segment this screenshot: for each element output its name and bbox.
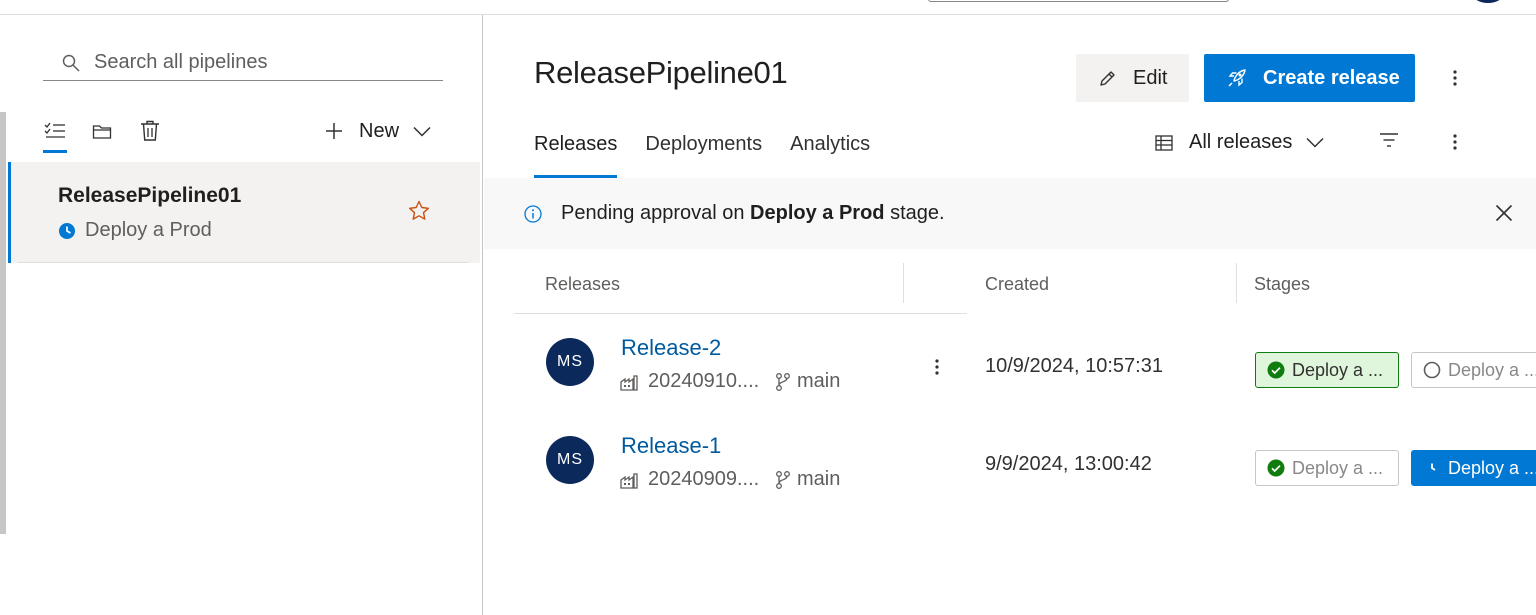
check-circle-icon xyxy=(1267,459,1285,477)
release-filter-label: All releases xyxy=(1189,131,1293,153)
branch-name: main xyxy=(797,468,841,490)
more-vertical-icon xyxy=(935,359,939,375)
avatar: MS xyxy=(546,436,594,484)
scrollbar[interactable] xyxy=(0,112,6,534)
new-button-label: New xyxy=(359,119,400,142)
column-separator[interactable] xyxy=(903,263,904,303)
list-view-button[interactable] xyxy=(43,119,67,143)
user-avatar[interactable] xyxy=(1473,0,1503,3)
divider xyxy=(18,262,468,263)
filter-icon xyxy=(1380,133,1398,147)
create-release-button[interactable]: Create release xyxy=(1204,54,1415,102)
create-release-label: Create release xyxy=(1263,66,1400,89)
main-content: ReleasePipeline01 Edit Create release Re… xyxy=(484,15,1536,615)
release-meta: 20240909.... main xyxy=(619,468,840,491)
branch-icon xyxy=(776,372,790,391)
info-icon xyxy=(524,204,542,223)
plus-icon xyxy=(326,123,342,139)
rocket-icon xyxy=(1228,69,1246,87)
row-more-button[interactable] xyxy=(927,353,947,381)
more-vertical-icon xyxy=(1453,134,1457,150)
folder-view-button[interactable] xyxy=(90,119,114,143)
banner-stage-name: Deploy a Prod xyxy=(750,202,885,224)
header-more-button[interactable] xyxy=(1445,64,1465,92)
table-icon xyxy=(1155,134,1173,151)
circle-icon xyxy=(1423,361,1441,379)
pipeline-status: Deploy a Prod xyxy=(58,219,212,242)
build-icon xyxy=(620,472,638,489)
tab-bar: Releases Deployments Analytics xyxy=(534,130,898,178)
top-bar xyxy=(0,0,1536,15)
more-vertical-icon xyxy=(1453,70,1457,86)
search-icon xyxy=(62,54,80,72)
header-rule xyxy=(904,313,967,314)
edit-button-label: Edit xyxy=(1133,66,1168,89)
column-header-created[interactable]: Created xyxy=(985,274,1049,295)
chevron-down-icon xyxy=(1306,137,1324,148)
build-number: 20240910.... xyxy=(648,370,760,392)
release-meta: 20240910.... main xyxy=(619,370,840,393)
stage-chip-pending-approval[interactable]: Deploy a ... xyxy=(1411,450,1536,486)
new-pipeline-button[interactable]: New xyxy=(325,115,431,147)
table-row[interactable]: MS Release-1 20240909.... main 9/9/2024,… xyxy=(514,413,1536,511)
releases-grid-header: Releases Created Stages xyxy=(514,263,1536,315)
favorite-button[interactable] xyxy=(408,200,430,226)
stage-chip-succeeded[interactable]: Deploy a ... xyxy=(1255,450,1399,486)
pipeline-list-item[interactable]: ReleasePipeline01 Deploy a Prod xyxy=(8,162,480,263)
column-separator[interactable] xyxy=(1236,263,1237,303)
banner-close-button[interactable] xyxy=(1495,204,1513,227)
tab-releases[interactable]: Releases xyxy=(534,130,618,178)
branch-name: main xyxy=(797,370,841,392)
stage-label: Deploy a ... xyxy=(1448,457,1536,478)
close-icon xyxy=(1495,204,1513,222)
clock-icon xyxy=(1424,460,1440,476)
pipeline-status-label: Deploy a Prod xyxy=(85,219,212,241)
trash-icon xyxy=(141,120,159,141)
approval-banner: Pending approval on Deploy a Prod stage. xyxy=(484,178,1536,249)
build-number: 20240909.... xyxy=(648,468,760,490)
star-icon xyxy=(409,200,429,220)
list-view-icon xyxy=(44,122,65,138)
build-icon xyxy=(620,374,638,391)
pipelines-sidebar: New ReleasePipeline01 Deploy a Prod xyxy=(8,15,483,615)
avatar: MS xyxy=(546,338,594,386)
clock-icon xyxy=(59,222,75,239)
page-title: ReleasePipeline01 xyxy=(534,55,788,90)
sidebar-toolbar: New xyxy=(42,115,452,155)
deleted-view-button[interactable] xyxy=(138,119,162,143)
table-row[interactable]: MS Release-2 20240910.... main 10/9/2024… xyxy=(514,315,1536,413)
banner-prefix: Pending approval on xyxy=(561,202,751,224)
column-header-stages[interactable]: Stages xyxy=(1254,274,1310,295)
list-view-active-indicator xyxy=(43,150,67,153)
stage-label: Deploy a ... xyxy=(1292,359,1384,380)
global-search-box[interactable] xyxy=(928,0,1229,2)
release-link[interactable]: Release-1 xyxy=(621,433,721,459)
stage-label: Deploy a ... xyxy=(1292,457,1384,478)
tab-analytics[interactable]: Analytics xyxy=(790,130,870,178)
created-date: 9/9/2024, 13:00:42 xyxy=(985,453,1152,475)
pipeline-name: ReleasePipeline01 xyxy=(58,184,242,207)
check-circle-icon xyxy=(1267,361,1285,379)
stage-label: Deploy a ... xyxy=(1448,359,1536,380)
stage-chip-succeeded[interactable]: Deploy a ... xyxy=(1255,352,1399,388)
pipeline-search[interactable] xyxy=(43,45,443,81)
stage-chip-not-started[interactable]: Deploy a ... xyxy=(1411,352,1536,388)
search-input[interactable] xyxy=(94,51,424,74)
release-filter-dropdown[interactable]: All releases xyxy=(1155,131,1324,154)
created-date: 10/9/2024, 10:57:31 xyxy=(985,355,1163,377)
header-rule xyxy=(514,313,904,314)
chevron-down-icon xyxy=(413,126,431,137)
filter-button[interactable] xyxy=(1379,132,1399,153)
branch-icon xyxy=(776,470,790,489)
banner-suffix: stage. xyxy=(884,202,945,224)
toolbar-more-button[interactable] xyxy=(1445,128,1465,156)
edit-button[interactable]: Edit xyxy=(1076,54,1189,102)
pencil-icon xyxy=(1100,70,1115,86)
release-link[interactable]: Release-2 xyxy=(621,335,721,361)
column-header-releases[interactable]: Releases xyxy=(545,274,620,295)
banner-message: Pending approval on Deploy a Prod stage. xyxy=(561,202,945,225)
folder-icon xyxy=(92,124,112,139)
tab-deployments[interactable]: Deployments xyxy=(645,130,762,178)
